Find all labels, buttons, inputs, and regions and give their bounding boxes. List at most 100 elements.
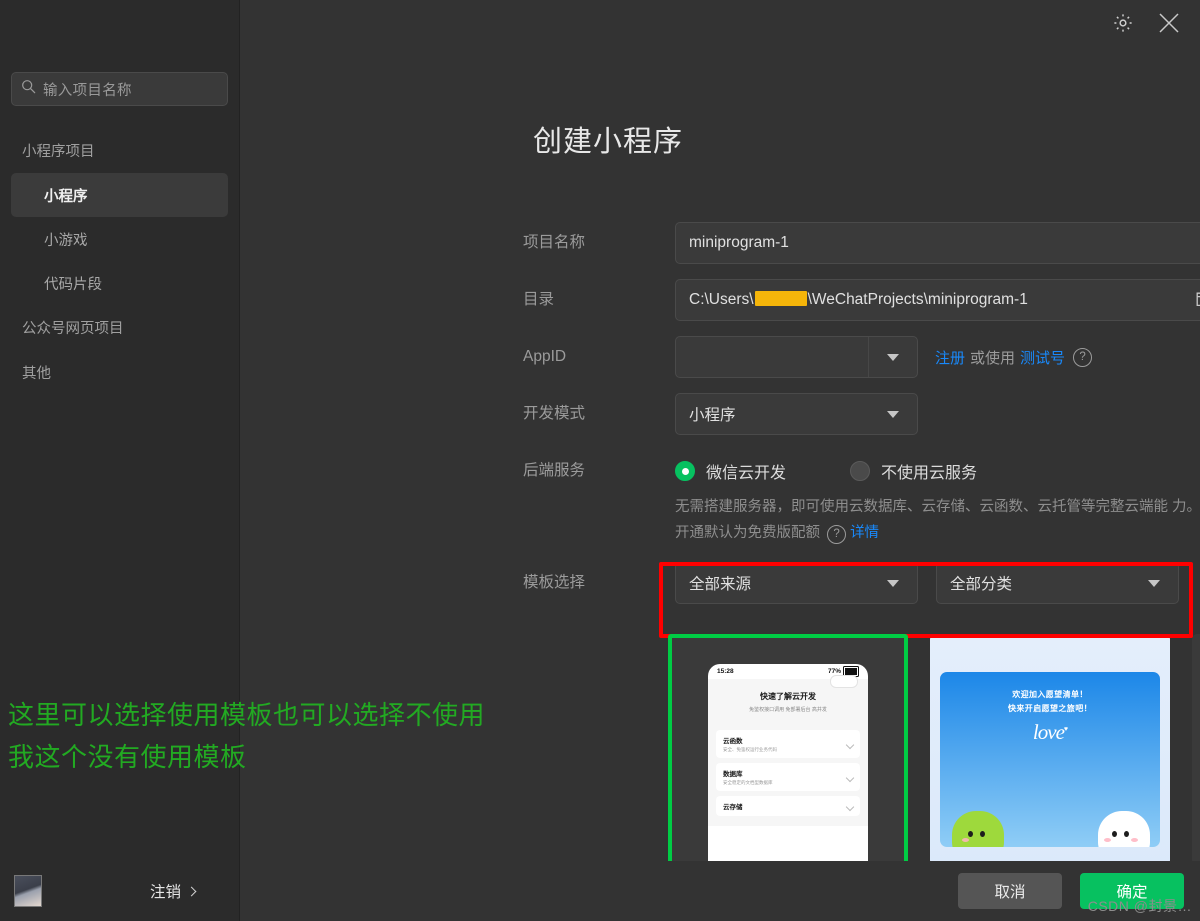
cancel-button[interactable]: 取消	[958, 873, 1062, 909]
sidebar-item-code-snippet[interactable]: 代码片段	[11, 261, 228, 305]
dev-mode-select[interactable]: 小程序	[675, 393, 918, 435]
wishlist-line1: 欢迎加入愿望清单！	[1012, 690, 1088, 699]
create-miniprogram-dialog: 输入项目名称 小程序项目 小程序 小游戏 代码片段 公众号网页项目 其他 创建小…	[0, 0, 1200, 921]
form-row-template-selection: 模板选择 全部来源 全部分类	[523, 562, 1200, 604]
template-preview: 欢迎加入愿望清单！ 快来开启愿望之旅吧！ love♥	[930, 634, 1170, 861]
radio-wechat-cloud[interactable]: 微信云开发	[675, 459, 786, 483]
green-mascot-icon	[952, 811, 1004, 847]
question-mark-icon[interactable]: ?	[827, 525, 847, 544]
dev-mode-label: 开发模式	[523, 405, 586, 422]
feature-title: 云函数	[723, 738, 743, 745]
search-placeholder: 输入项目名称	[43, 82, 132, 99]
appid-helper: 注册 或使用 测试号 ?	[935, 336, 1093, 378]
sidebar-item-label: 小游戏	[44, 232, 88, 249]
page-title: 创建小程序	[533, 126, 684, 158]
radio-selected-icon	[675, 461, 695, 481]
chevron-down-icon	[869, 563, 917, 603]
project-name-input[interactable]: miniprogram-1	[675, 222, 1200, 264]
template-category-value: 全部分类	[950, 576, 1013, 593]
details-link[interactable]: 详情	[850, 525, 879, 541]
appid-label: AppID	[523, 348, 567, 365]
form-row-dev-mode: 开发模式 小程序	[523, 393, 1200, 435]
chevron-right-icon	[186, 886, 197, 896]
directory-prefix: C:\Users\	[689, 291, 754, 308]
folder-icon[interactable]	[1196, 289, 1200, 312]
template-card-epidemic-report[interactable]: 9:41 ◥ 疫情信息智能上报 •••	[1192, 634, 1200, 861]
register-link[interactable]: 注册	[935, 347, 965, 368]
list-item: 云函数 安全、免鉴权运行业务代码	[716, 730, 860, 758]
appid-select[interactable]	[675, 336, 918, 378]
radio-unselected-icon	[850, 461, 871, 481]
script-word: love	[1032, 720, 1065, 744]
template-source-value: 全部来源	[689, 576, 752, 593]
capsule-button	[830, 675, 858, 688]
template-card-list: 15:28 77% 快速了解云开发 免鉴权接口调用 免部署后台 高并发 云函数 …	[668, 634, 1200, 861]
template-card-cloud-dev[interactable]: 15:28 77% 快速了解云开发 免鉴权接口调用 免部署后台 高并发 云函数 …	[668, 634, 908, 861]
close-icon	[1156, 10, 1182, 41]
feature-desc: 安全、免鉴权运行业务代码	[723, 747, 777, 752]
avatar[interactable]	[14, 875, 42, 907]
radio-no-cloud[interactable]: 不使用云服务	[850, 459, 977, 483]
sidebar-item-minigame[interactable]: 小游戏	[11, 217, 228, 261]
white-mascot-icon	[1098, 811, 1150, 847]
directory-label: 目录	[523, 291, 555, 308]
chevron-down-icon	[868, 337, 917, 377]
directory-suffix: \WeChatProjects\miniprogram-1	[807, 291, 1028, 308]
feature-title: 云存储	[723, 804, 743, 811]
sidebar-item-miniprogram[interactable]: 小程序	[11, 173, 228, 217]
sidebar-item-label: 代码片段	[44, 276, 102, 293]
question-mark-icon[interactable]: ?	[1073, 347, 1093, 367]
test-account-link[interactable]: 测试号	[1020, 347, 1065, 368]
cancel-label: 取消	[994, 884, 1026, 901]
window-controls	[1108, 10, 1184, 40]
radio-label: 微信云开发	[706, 465, 787, 482]
annotation-note-line1: 这里可以选择使用模板也可以选择不使用	[8, 700, 486, 730]
footer-account-area: 注销	[0, 861, 240, 921]
directory-input[interactable]: C:\Users\ \WeChatProjects\miniprogram-1	[675, 279, 1200, 321]
wishlist-line2: 快来开启愿望之旅吧！	[1008, 704, 1092, 713]
footer-actions: 取消 确定	[240, 861, 1200, 921]
dev-mode-value: 小程序	[689, 407, 736, 424]
nav-group-other[interactable]: 其他	[0, 350, 239, 395]
status-battery-percent: 77%	[827, 668, 841, 675]
redaction-block	[754, 291, 807, 306]
wishlist-script-text: love♥	[940, 720, 1160, 745]
dialog-footer: 注销 取消 确定	[0, 861, 1200, 921]
nav-group-official-account-web[interactable]: 公众号网页项目	[0, 305, 239, 350]
search-icon	[21, 79, 36, 99]
settings-button[interactable]	[1108, 10, 1138, 40]
radio-label: 不使用云服务	[881, 465, 978, 482]
logout-button[interactable]: 注销	[149, 880, 197, 902]
project-name-value: miniprogram-1	[689, 234, 789, 251]
annotation-note-line2: 我这个没有使用模板	[8, 742, 247, 772]
appid-or-text: 或使用	[970, 349, 1016, 367]
annotation-note: 这里可以选择使用模板也可以选择不使用 我这个没有使用模板	[8, 694, 485, 778]
logout-label: 注销	[149, 884, 181, 901]
gear-icon	[1112, 12, 1134, 39]
template-selection-label: 模板选择	[523, 574, 586, 591]
template-card-wishlist[interactable]: 欢迎加入愿望清单！ 快来开启愿望之旅吧！ love♥	[930, 634, 1170, 861]
backend-service-label: 后端服务	[523, 462, 586, 479]
form-row-project-name: 项目名称 miniprogram-1	[523, 222, 1200, 264]
template-header: 快速了解云开发 免鉴权接口调用 免部署后台 高并发	[708, 675, 868, 725]
list-item: 数据库 安全稳定的文档型数据库	[716, 763, 860, 791]
chevron-down-icon	[1130, 563, 1178, 603]
create-form: 项目名称 miniprogram-1 目录 C:\Users\ \WeChatPr…	[523, 222, 1200, 619]
close-button[interactable]	[1154, 10, 1184, 40]
template-preview: 15:28 77% 快速了解云开发 免鉴权接口调用 免部署后台 高并发 云函数 …	[708, 664, 868, 861]
list-item: 云存储	[716, 796, 860, 816]
nav-group-miniprogram-projects: 小程序项目	[22, 144, 95, 160]
template-subheading: 免鉴权接口调用 免部署后台 高并发	[749, 707, 827, 713]
template-heading: 快速了解云开发	[760, 692, 816, 701]
watermark: CSDN @封景…	[1087, 898, 1192, 914]
template-category-select[interactable]: 全部分类	[936, 562, 1179, 604]
template-source-select[interactable]: 全部来源	[675, 562, 918, 604]
sidebar-item-label: 小程序	[44, 188, 88, 205]
backend-hint: 无需搭建服务器，即可使用云数据库、云存储、云函数、云托管等完整云端能 力。 首次…	[675, 494, 1200, 546]
form-row-directory: 目录 C:\Users\ \WeChatProjects\miniprogram-…	[523, 279, 1200, 321]
backend-radio-group: 微信云开发 不使用云服务	[675, 450, 1200, 492]
form-row-backend-service: 后端服务 微信云开发 不使用云服务 无需搭建服务器，即可使用云数据库、云存储、云…	[523, 450, 1200, 546]
directory-value: C:\Users\ \WeChatProjects\miniprogram-1	[689, 291, 1028, 309]
status-time: 15:28	[717, 668, 734, 675]
search-input[interactable]: 输入项目名称	[11, 72, 228, 106]
